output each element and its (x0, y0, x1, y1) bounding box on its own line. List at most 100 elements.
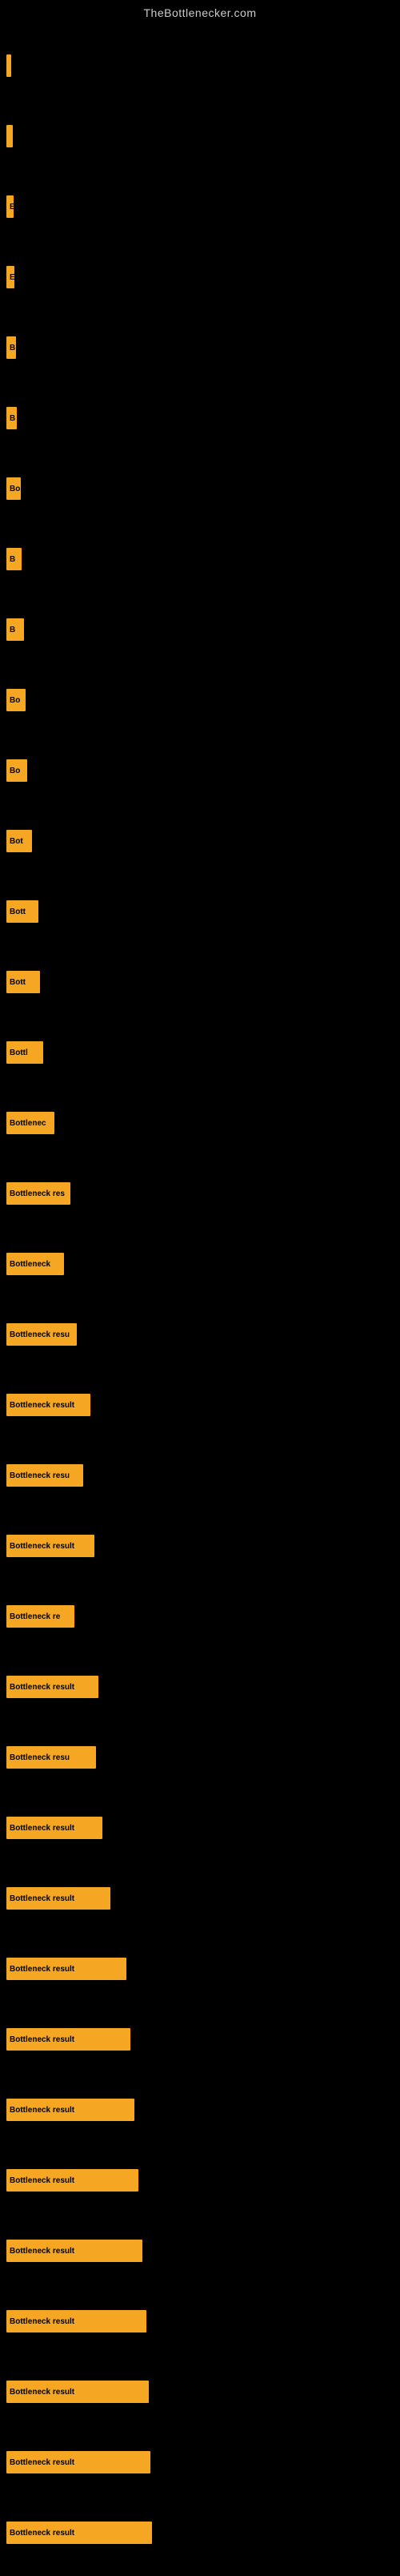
bar-27: Bottleneck result (6, 1887, 110, 1910)
bar-label-14: Bott (10, 978, 26, 987)
bar-label-8: B (10, 555, 15, 564)
bar-1 (6, 54, 11, 77)
bar-31: Bottleneck result (6, 2169, 138, 2192)
bar-row: Bottleneck result (3, 2286, 400, 2357)
bar-28: Bottleneck result (6, 1958, 126, 1980)
bar-label-7: Bo (10, 485, 20, 493)
bar-5: B (6, 336, 16, 359)
bar-32: Bottleneck result (6, 2240, 142, 2262)
bar-row: Bottleneck result (3, 2357, 400, 2427)
bar-label-19: Bottleneck resu (10, 1330, 70, 1339)
bar-row: Bottleneck resu (3, 1440, 400, 1511)
bar-24: Bottleneck result (6, 1676, 98, 1698)
bar-13: Bott (6, 900, 38, 923)
bar-row: E (3, 171, 400, 242)
bar-label-21: Bottleneck resu (10, 1471, 70, 1480)
bar-14: Bott (6, 971, 40, 993)
bar-label-12: Bot (10, 837, 23, 846)
bar-label-23: Bottleneck re (10, 1612, 60, 1621)
bar-label-18: Bottleneck (10, 1260, 50, 1269)
bar-label-26: Bottleneck result (10, 1824, 74, 1833)
bar-label-6: B (10, 414, 15, 423)
bar-label-25: Bottleneck resu (10, 1753, 70, 1762)
bar-6: B (6, 407, 17, 429)
bar-row: Bottleneck result (3, 2427, 400, 2498)
bar-label-9: B (10, 626, 15, 634)
bar-row: Bott (3, 947, 400, 1017)
bar-row: Bottleneck result (3, 2145, 400, 2216)
bar-11: Bo (6, 759, 27, 782)
bar-25: Bottleneck resu (6, 1746, 96, 1769)
bar-label-3: E (10, 203, 14, 211)
bar-16: Bottlenec (6, 1112, 54, 1134)
bar-22: Bottleneck result (6, 1535, 94, 1557)
bar-label-15: Bottl (10, 1049, 28, 1057)
bar-label-4: E (10, 273, 14, 282)
bar-18: Bottleneck (6, 1253, 64, 1275)
bar-7: Bo (6, 477, 21, 500)
bar-19: Bottleneck resu (6, 1323, 77, 1346)
bar-row: B (3, 383, 400, 453)
bar-row: Bottleneck result (3, 1511, 400, 1581)
bar-26: Bottleneck result (6, 1817, 102, 1839)
bar-label-36: Bottleneck result (10, 2529, 74, 2538)
bar-label-35: Bottleneck result (10, 2458, 74, 2467)
bar-label-29: Bottleneck result (10, 2035, 74, 2044)
bars-container: E E B B Bo B B Bo Bo Bot Bott Bott Bottl Bottlenec Bot… (0, 22, 400, 2576)
bar-row: Bott (3, 876, 400, 947)
bar-row: Bottleneck result (3, 1793, 400, 1863)
bar-row: Bottleneck result (3, 1370, 400, 1440)
bar-33: Bottleneck result (6, 2310, 146, 2332)
bar-35: Bottleneck result (6, 2451, 150, 2473)
bar-10: Bo (6, 689, 26, 711)
bar-row: E (3, 242, 400, 312)
bar-17: Bottleneck res (6, 1182, 70, 1205)
bar-3: E (6, 195, 14, 218)
bar-label-24: Bottleneck result (10, 1683, 74, 1692)
bar-label-30: Bottleneck result (10, 2106, 74, 2115)
bar-label-34: Bottleneck result (10, 2388, 74, 2397)
bar-21: Bottleneck resu (6, 1464, 83, 1487)
bar-15: Bottl (6, 1041, 43, 1064)
bar-label-22: Bottleneck result (10, 1542, 74, 1551)
bar-20: Bottleneck result (6, 1394, 90, 1416)
bar-row: Bo (3, 735, 400, 806)
bar-23: Bottleneck re (6, 1605, 74, 1628)
site-title: TheBottlenecker.com (0, 0, 400, 22)
bar-12: Bot (6, 830, 32, 852)
bar-row: Bottleneck result (3, 2075, 400, 2145)
bar-label-10: Bo (10, 696, 20, 705)
bar-label-33: Bottleneck result (10, 2317, 74, 2326)
bar-2 (6, 125, 13, 147)
bar-row: Bottleneck result (3, 2004, 400, 2075)
bar-row: Bottleneck result (3, 1652, 400, 1722)
bar-row: Bottleneck (3, 1229, 400, 1299)
bar-row: Bo (3, 453, 400, 524)
bar-label-11: Bo (10, 767, 20, 775)
bar-row: Bottleneck result (3, 1934, 400, 2004)
bar-row: Bottleneck result (3, 2498, 400, 2568)
bar-label-32: Bottleneck result (10, 2247, 74, 2256)
bar-4: E (6, 266, 14, 288)
bar-29: Bottleneck result (6, 2028, 130, 2051)
bar-row (3, 101, 400, 171)
bar-row (3, 30, 400, 101)
bar-row: Bottleneck result (3, 1863, 400, 1934)
bar-label-20: Bottleneck result (10, 1401, 74, 1410)
bar-row: Bottl (3, 1017, 400, 1088)
bar-row: B (3, 312, 400, 383)
bar-label-16: Bottlenec (10, 1119, 46, 1128)
bar-row: Bot (3, 806, 400, 876)
bar-row: Bo (3, 665, 400, 735)
bar-row: B (3, 524, 400, 594)
bar-34: Bottleneck result (6, 2381, 149, 2403)
bar-label-13: Bott (10, 908, 26, 916)
bar-row: Bottleneck resu (3, 1299, 400, 1370)
bar-30: Bottleneck result (6, 2099, 134, 2121)
bar-36: Bottleneck result (6, 2522, 152, 2544)
bar-8: B (6, 548, 22, 570)
bar-label-17: Bottleneck res (10, 1189, 65, 1198)
bar-row: Bottleneck resu (3, 1722, 400, 1793)
bar-row: Bottleneck result (3, 2216, 400, 2286)
bar-row: Bottleneck res (3, 1158, 400, 1229)
